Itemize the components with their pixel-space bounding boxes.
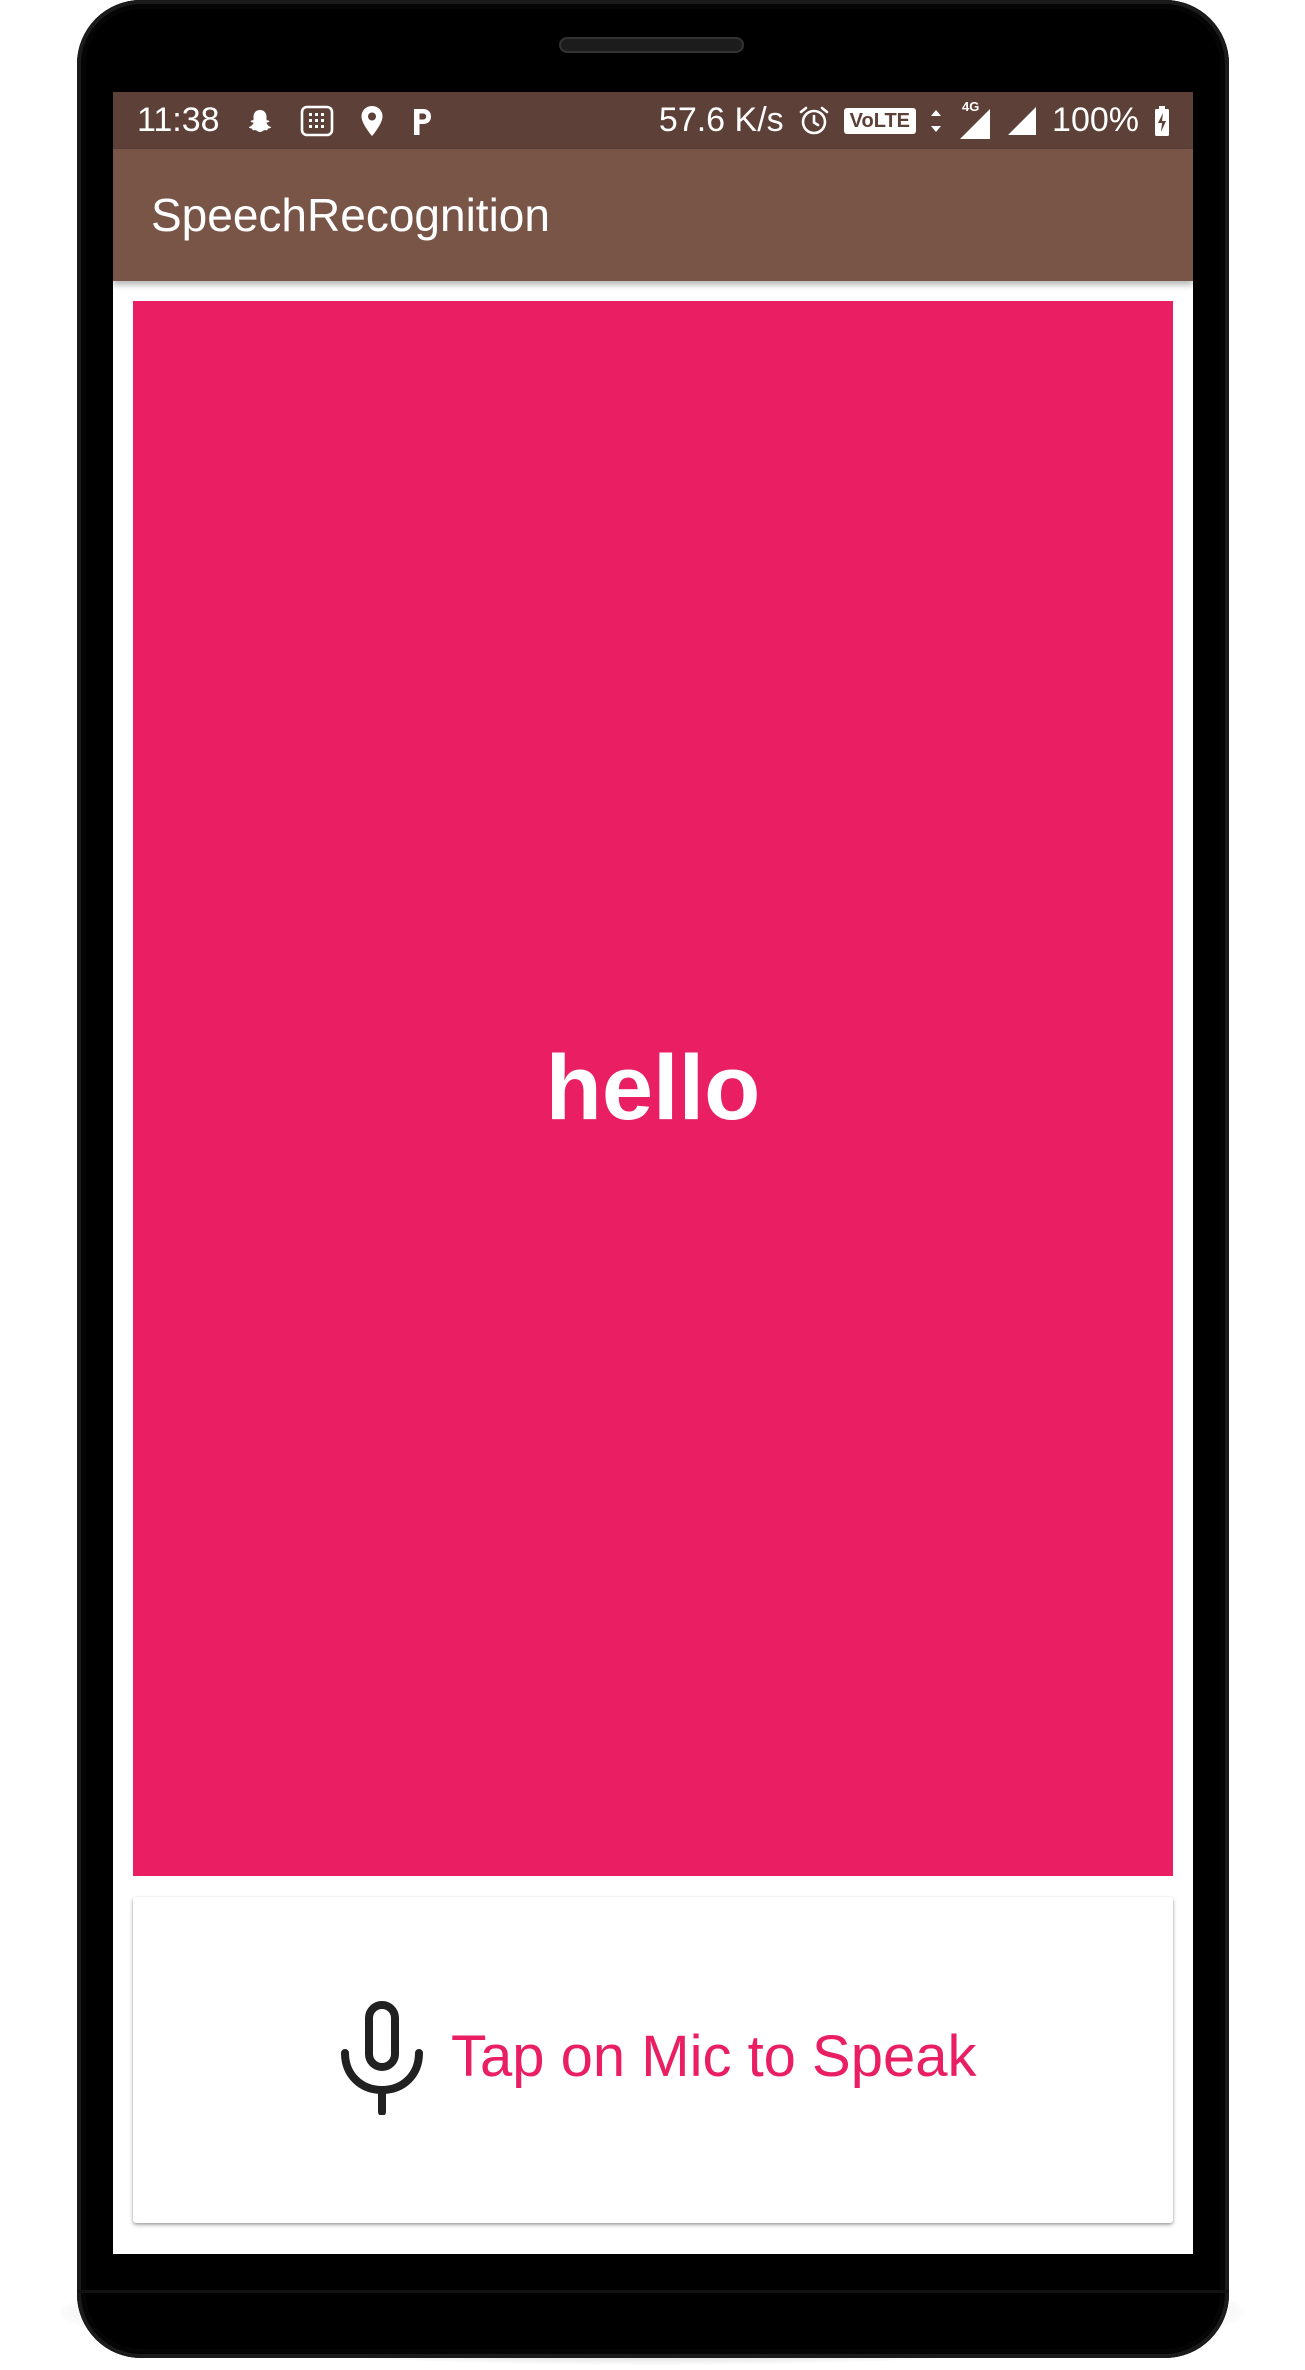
signal-icon	[1006, 105, 1038, 137]
tap-to-speak-label: Tap on Mic to Speak	[451, 2024, 977, 2089]
microphone-icon	[337, 2001, 427, 2116]
status-bar-right: 57.6 K/s VoLTE 4G 100%	[659, 92, 1171, 149]
earpiece-speaker	[559, 37, 744, 53]
battery-percent: 100%	[1052, 101, 1139, 139]
battery-charging-icon	[1153, 105, 1171, 137]
recognized-text-panel: hello	[133, 301, 1173, 1876]
p-app-icon	[410, 106, 434, 136]
phone-chin	[77, 2290, 1229, 2293]
snapchat-icon	[246, 107, 274, 135]
status-time: 11:38	[137, 101, 220, 139]
status-bar: 11:38 57.6 K/s VoLTE 4G 100%	[113, 92, 1193, 149]
phone-screen: 11:38 57.6 K/s VoLTE 4G 100% SpeechRecog…	[113, 92, 1193, 2254]
signal-4g-icon: 4G	[956, 99, 992, 141]
tap-to-speak-button[interactable]: Tap on Mic to Speak	[133, 1897, 1173, 2223]
data-arrows-icon	[930, 106, 942, 136]
alarm-icon	[798, 105, 830, 137]
recognized-text: hello	[545, 1037, 761, 1139]
volte-icon: VoLTE	[843, 107, 917, 134]
status-bar-left: 11:38	[137, 92, 434, 149]
network-speed: 57.6 K/s	[658, 101, 784, 139]
stage: 11:38 57.6 K/s VoLTE 4G 100% SpeechRecog…	[0, 0, 1305, 2370]
location-pin-icon	[360, 105, 384, 137]
phone-frame: 11:38 57.6 K/s VoLTE 4G 100% SpeechRecog…	[77, 0, 1229, 2358]
sim-toolkit-icon	[300, 105, 334, 137]
app-title: SpeechRecognition	[151, 189, 550, 241]
app-toolbar: SpeechRecognition	[113, 149, 1193, 281]
